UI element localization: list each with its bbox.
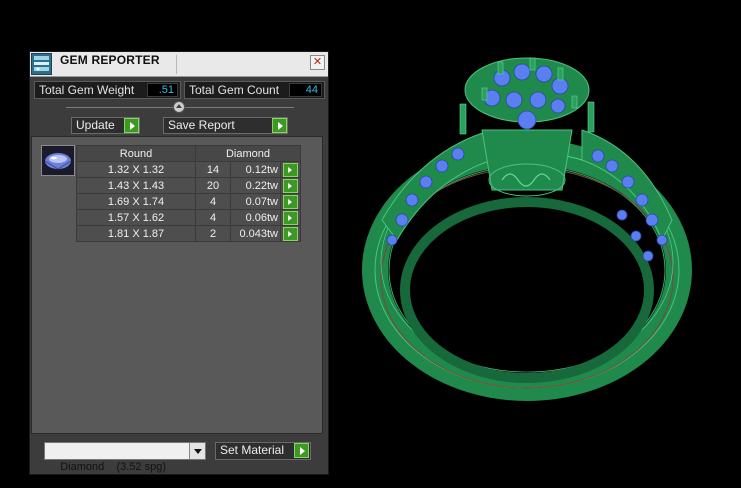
gem-size: 1.32 X 1.32 <box>76 161 196 178</box>
set-material-button[interactable]: Set Material <box>215 442 311 460</box>
shape-header: Round <box>76 145 196 162</box>
play-arrow-icon <box>294 443 309 458</box>
collapse-arrow-icon[interactable] <box>173 101 185 113</box>
update-button-label: Update <box>76 118 115 132</box>
ring-inner-wall <box>400 197 654 383</box>
material-select-value: Diamond (3.52 spg) <box>60 461 167 473</box>
total-gem-count-label: Total Gem Count <box>189 83 280 97</box>
title-divider <box>176 55 177 74</box>
close-icon[interactable]: ✕ <box>310 55 325 70</box>
total-gem-weight: Total Gem Weight .51 <box>34 81 181 99</box>
row-action <box>280 161 301 178</box>
gem-count: 4 <box>195 193 231 210</box>
set-material-button-label: Set Material <box>220 443 285 457</box>
play-arrow-icon[interactable] <box>283 210 298 225</box>
ring-3d-model[interactable] <box>352 40 702 420</box>
gem-list-area: Round Diamond 1.32 X 1.32 14 0.12tw 1.43… <box>31 136 323 434</box>
play-arrow-icon <box>124 118 139 133</box>
material-header: Diamond <box>195 145 301 162</box>
row-action <box>280 193 301 210</box>
gem-reporter-app-icon <box>31 53 52 75</box>
total-gem-count-value: 44 <box>289 83 322 97</box>
panel-title: GEM REPORTER <box>60 53 160 67</box>
gem-size: 1.57 X 1.62 <box>76 209 196 226</box>
round-gem-icon[interactable] <box>41 145 75 176</box>
chevron-down-icon[interactable] <box>189 443 205 459</box>
gem-weight: 0.07tw <box>230 193 281 210</box>
play-arrow-icon[interactable] <box>283 178 298 193</box>
gem-size: 1.81 X 1.87 <box>76 225 196 242</box>
save-report-button-label: Save Report <box>168 118 235 132</box>
save-report-button[interactable]: Save Report <box>163 117 288 134</box>
row-action <box>280 209 301 226</box>
material-select[interactable]: Diamond (3.52 spg) <box>44 442 206 473</box>
gem-weight: 0.22tw <box>230 177 281 194</box>
gem-size: 1.43 X 1.43 <box>76 177 196 194</box>
total-gem-weight-value: .51 <box>147 83 178 97</box>
center-basket <box>481 129 573 191</box>
gem-weight: 0.043tw <box>230 225 281 242</box>
play-arrow-icon <box>272 118 287 133</box>
table-row[interactable]: 1.81 X 1.87 2 0.043tw <box>76 225 301 242</box>
table-row[interactable]: 1.32 X 1.32 14 0.12tw <box>76 161 301 178</box>
gem-size: 1.69 X 1.74 <box>76 193 196 210</box>
total-gem-weight-label: Total Gem Weight <box>39 83 135 97</box>
gem-table: Round Diamond 1.32 X 1.32 14 0.12tw 1.43… <box>76 145 301 242</box>
total-gem-count: Total Gem Count 44 <box>184 81 325 99</box>
play-arrow-icon[interactable] <box>283 226 298 241</box>
gem-weight: 0.06tw <box>230 209 281 226</box>
table-row[interactable]: 1.57 X 1.62 4 0.06tw <box>76 209 301 226</box>
update-button[interactable]: Update <box>71 117 140 134</box>
row-action <box>280 177 301 194</box>
gem-weight: 0.12tw <box>230 161 281 178</box>
title-bar[interactable]: GEM REPORTER ✕ <box>30 52 328 77</box>
gem-count: 4 <box>195 209 231 226</box>
gem-reporter-panel: GEM REPORTER ✕ Total Gem Weight .51 Tota… <box>29 51 329 475</box>
gem-count: 2 <box>195 225 231 242</box>
table-row[interactable]: 1.69 X 1.74 4 0.07tw <box>76 193 301 210</box>
gem-count: 14 <box>195 161 231 178</box>
table-row[interactable]: 1.43 X 1.43 20 0.22tw <box>76 177 301 194</box>
row-action <box>280 225 301 242</box>
play-arrow-icon[interactable] <box>283 162 298 177</box>
play-arrow-icon[interactable] <box>283 194 298 209</box>
gem-count: 20 <box>195 177 231 194</box>
